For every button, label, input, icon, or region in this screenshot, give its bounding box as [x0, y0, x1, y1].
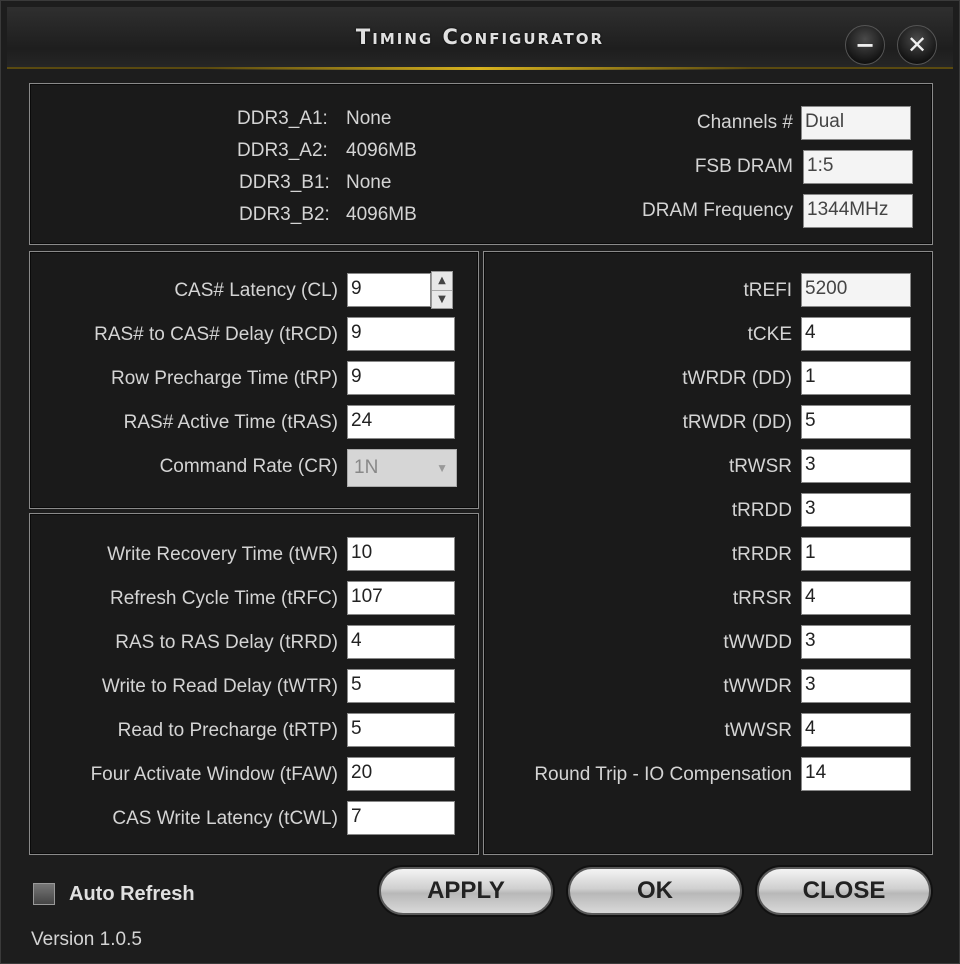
twr-label: Write Recovery Time (tWR): [107, 544, 338, 565]
close-window-button[interactable]: ✕: [897, 25, 937, 65]
slot-a1-label: DDR3_A1:: [237, 108, 328, 129]
trcd-label: RAS# to CAS# Delay (tRCD): [94, 324, 338, 345]
cr-label: Command Rate (CR): [159, 456, 338, 477]
cl-label: CAS# Latency (CL): [174, 280, 338, 301]
trp-input[interactable]: 9: [347, 361, 455, 395]
title-bar[interactable]: Timing Configurator − ✕: [7, 7, 953, 70]
slot-a2-value: 4096MB: [346, 140, 417, 161]
tras-label: RAS# Active Time (tRAS): [123, 412, 338, 433]
memory-info-panel: [29, 83, 933, 245]
twwsr-input[interactable]: 4: [801, 713, 911, 747]
trrdr-input[interactable]: 1: [801, 537, 911, 571]
trtp-input[interactable]: 5: [347, 713, 455, 747]
trwsr-input[interactable]: 3: [801, 449, 911, 483]
tcwl-label: CAS Write Latency (tCWL): [112, 808, 338, 829]
trp-label: Row Precharge Time (tRP): [110, 368, 338, 389]
round-trip-io-input[interactable]: 14: [801, 757, 911, 791]
trtp-label: Read to Precharge (tRTP): [117, 720, 338, 741]
timing-configurator-window: Timing Configurator − ✕ DDR3_A1: None DD…: [0, 0, 960, 964]
slot-b2-label: DDR3_B2:: [239, 204, 330, 225]
trrdr-label: tRRDR: [731, 544, 792, 565]
slot-a1-value: None: [346, 108, 392, 129]
spin-down-icon[interactable]: ▼: [432, 291, 452, 309]
trefi-field: 5200: [801, 273, 911, 307]
command-rate-select[interactable]: 1N ▼: [347, 449, 457, 487]
twwdd-label: tWWDD: [723, 632, 792, 653]
round-trip-io-label: Round Trip - IO Compensation: [534, 764, 792, 785]
tfaw-label: Four Activate Window (tFAW): [90, 764, 338, 785]
ok-button[interactable]: OK: [568, 867, 742, 915]
trfc-label: Refresh Cycle Time (tRFC): [109, 588, 338, 609]
twr-input[interactable]: 10: [347, 537, 455, 571]
spin-up-icon[interactable]: ▲: [432, 272, 452, 291]
slot-a2-label: DDR3_A2:: [237, 140, 328, 161]
minimize-button[interactable]: −: [845, 25, 885, 65]
fsb-dram-field: 1:5: [803, 150, 913, 184]
trcd-input[interactable]: 9: [347, 317, 455, 351]
auto-refresh-label[interactable]: Auto Refresh: [69, 883, 195, 906]
trwdr-dd-label: tRWDR (DD): [682, 412, 792, 433]
channels-field: Dual: [801, 106, 911, 140]
twwsr-label: tWWSR: [724, 720, 792, 741]
trwdr-dd-input[interactable]: 5: [801, 405, 911, 439]
trrdd-label: tRRDD: [731, 500, 792, 521]
twtr-label: Write to Read Delay (tWTR): [101, 676, 338, 697]
slot-b1-label: DDR3_B1:: [239, 172, 330, 193]
slot-b2-value: 4096MB: [346, 204, 417, 225]
slot-b1-value: None: [346, 172, 392, 193]
dram-frequency-label: DRAM Frequency: [642, 200, 793, 221]
tcwl-input[interactable]: 7: [347, 801, 455, 835]
twwdr-label: tWWDR: [723, 676, 792, 697]
version-label: Version 1.0.5: [31, 929, 142, 950]
close-button[interactable]: CLOSE: [757, 867, 931, 915]
dram-frequency-field: 1344MHz: [803, 194, 913, 228]
trrsr-input[interactable]: 4: [801, 581, 911, 615]
auto-refresh-checkbox[interactable]: [33, 883, 55, 905]
tras-input[interactable]: 24: [347, 405, 455, 439]
tcke-input[interactable]: 4: [801, 317, 911, 351]
twwdd-input[interactable]: 3: [801, 625, 911, 659]
twtr-input[interactable]: 5: [347, 669, 455, 703]
twrdr-dd-input[interactable]: 1: [801, 361, 911, 395]
twrdr-dd-label: tWRDR (DD): [682, 368, 792, 389]
apply-button[interactable]: APPLY: [379, 867, 553, 915]
cl-spinner[interactable]: ▲ ▼: [431, 271, 453, 309]
trrd-input[interactable]: 4: [347, 625, 455, 659]
twwdr-input[interactable]: 3: [801, 669, 911, 703]
chevron-down-icon: ▼: [436, 461, 448, 475]
window-title: Timing Configurator: [355, 25, 605, 49]
trrdd-input[interactable]: 3: [801, 493, 911, 527]
trrsr-label: tRRSR: [732, 588, 792, 609]
fsb-dram-label: FSB DRAM: [694, 156, 793, 177]
trefi-label: tREFI: [743, 280, 792, 301]
trwsr-label: tRWSR: [729, 456, 792, 477]
tcke-label: tCKE: [747, 324, 792, 345]
command-rate-value: 1N: [354, 457, 379, 478]
tfaw-input[interactable]: 20: [347, 757, 455, 791]
channels-label: Channels #: [696, 112, 793, 133]
cl-input[interactable]: 9: [347, 273, 431, 307]
trfc-input[interactable]: 107: [347, 581, 455, 615]
trrd-label: RAS to RAS Delay (tRRD): [115, 632, 338, 653]
